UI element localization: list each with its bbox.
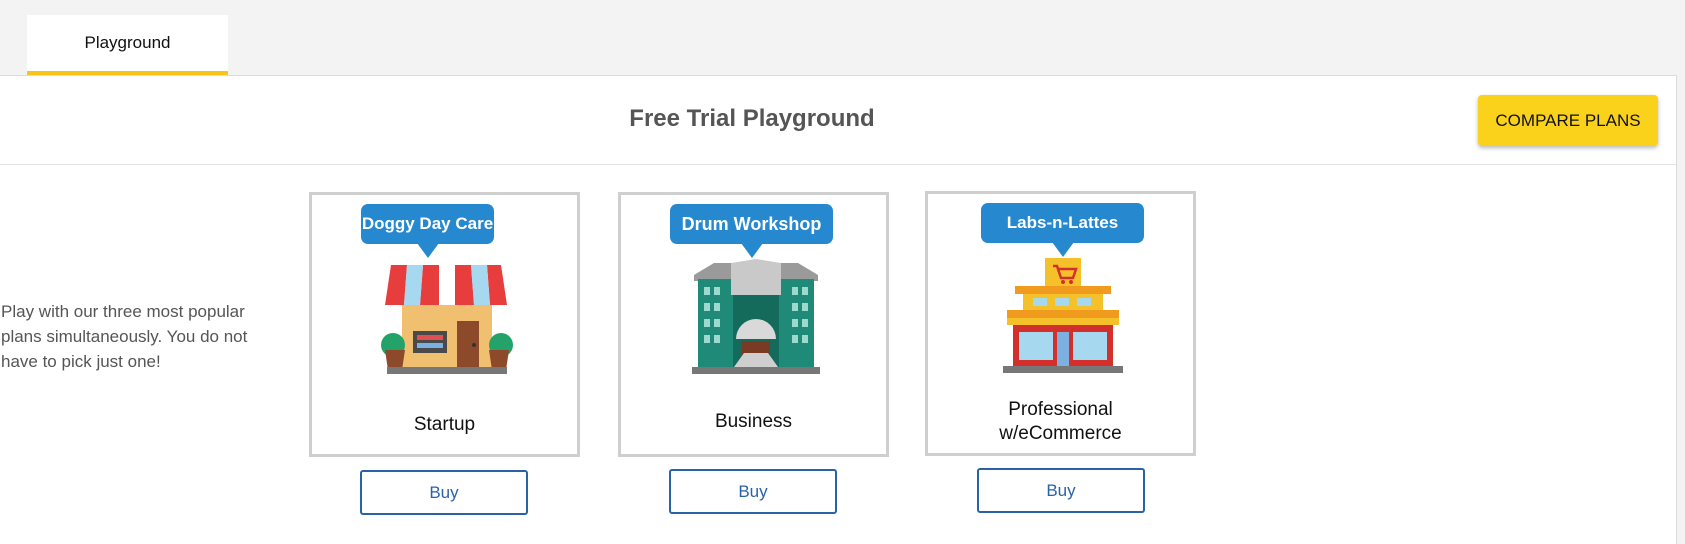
page-title: Free Trial Playground — [629, 105, 875, 132]
plan-card-professional: Labs-n-Lattes Professional w/eCommerce — [925, 191, 1196, 456]
panel-header: Free Trial Playground COMPARE PLANS — [0, 76, 1676, 165]
sample-site-bubble: Labs-n-Lattes — [981, 203, 1144, 257]
office-building-icon — [692, 259, 820, 374]
sample-site-bubble: Doggy Day Care — [361, 204, 494, 258]
playground-panel: Free Trial Playground COMPARE PLANS Play… — [0, 75, 1677, 544]
buy-button-professional[interactable]: Buy — [977, 468, 1145, 513]
intro-text: Play with our three most popular plans s… — [1, 302, 248, 371]
compare-plans-button[interactable]: COMPARE PLANS — [1478, 95, 1658, 146]
tab-bar: Playground — [0, 0, 1685, 76]
plan-name: Professional w/eCommerce — [999, 399, 1122, 444]
buy-button-startup[interactable]: Buy — [360, 470, 528, 515]
plan-card-business: Drum Workshop Business — [618, 192, 889, 457]
storefront-icon — [381, 265, 513, 374]
plan-card-startup: Doggy Day Care Startup — [309, 192, 580, 457]
buy-button-business[interactable]: Buy — [669, 469, 837, 514]
sample-site-bubble: Drum Workshop — [670, 204, 833, 258]
tab-playground[interactable]: Playground — [27, 15, 228, 75]
ecommerce-store-icon — [1003, 258, 1123, 373]
plan-name: Startup — [413, 414, 476, 435]
plan-name: Business — [714, 411, 793, 432]
